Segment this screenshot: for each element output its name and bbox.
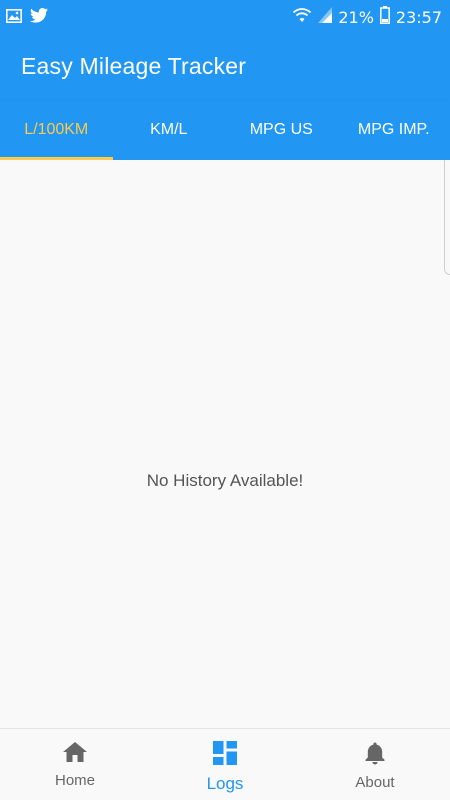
nav-label: Home [54,772,95,789]
nav-label: About [355,774,395,791]
status-bar: 21% 23:57 [0,0,450,32]
unit-tabs: L/100KM KM/L MPG US MPG IMP. [0,100,450,160]
nav-logs[interactable]: Logs [150,729,300,800]
app-title: Easy Mileage Tracker [21,53,247,79]
home-icon [62,741,88,768]
tab-mpg-us[interactable]: MPG US [225,100,338,160]
signal-icon [318,7,333,28]
tab-l-per-100km[interactable]: L/100KM [0,100,113,160]
tab-label: KM/L [150,121,188,138]
tab-km-per-l[interactable]: KM/L [113,100,226,160]
battery-percent: 21% [338,8,374,27]
tab-label: L/100KM [24,121,89,138]
twitter-icon [30,8,48,28]
tab-mpg-imp[interactable]: MPG IMP. [338,100,450,160]
empty-history-message: No History Available! [146,471,304,490]
history-list[interactable]: No History Available! [0,160,450,728]
tab-label: MPG IMP. [357,121,430,138]
nav-home[interactable]: Home [0,729,150,800]
image-icon [6,8,22,28]
dashboard-icon [213,741,237,770]
edge-scroll-hint [444,160,450,275]
nav-about[interactable]: About [300,729,450,800]
battery-icon [379,6,390,29]
wifi-icon [292,7,312,28]
clock: 23:57 [395,8,442,27]
bottom-navigation: Home Logs About [0,728,450,800]
bell-icon [364,741,386,770]
tab-label: MPG US [249,121,313,138]
app-bar: Easy Mileage Tracker [0,32,450,100]
nav-label: Logs [206,774,244,793]
